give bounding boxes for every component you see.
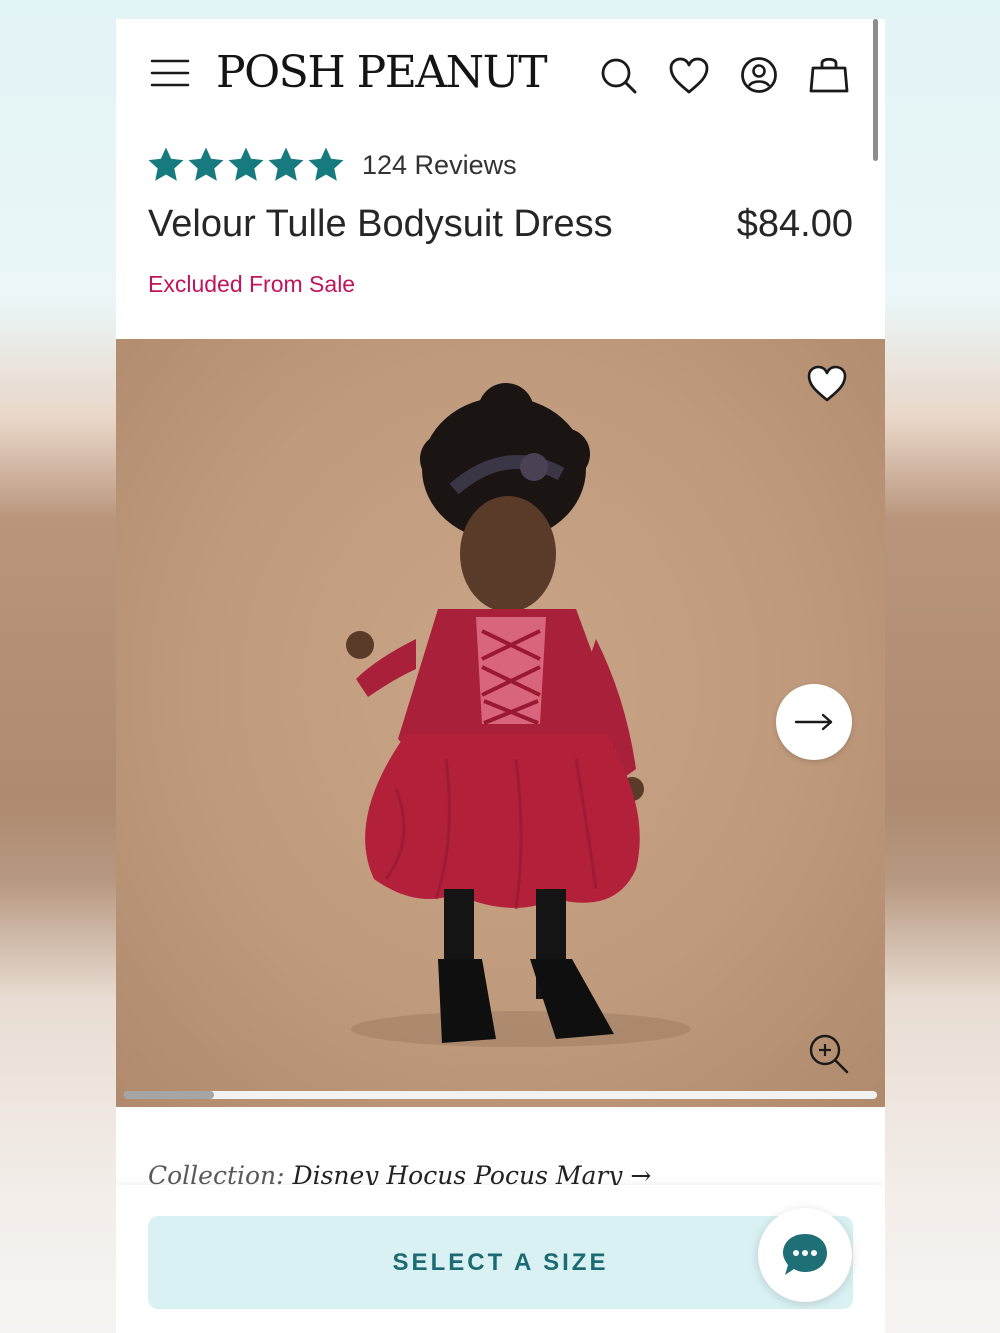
sale-exclusion-note: Excluded From Sale bbox=[148, 271, 356, 297]
search-icon[interactable] bbox=[600, 57, 638, 95]
wishlist-heart-icon[interactable] bbox=[806, 365, 848, 403]
brand-logo[interactable]: POSH PEANUT bbox=[216, 51, 548, 95]
sticky-cta-bar: SELECT A SIZE bbox=[116, 1185, 885, 1333]
bag-icon[interactable] bbox=[809, 54, 849, 94]
star-icon bbox=[148, 147, 184, 181]
chat-button[interactable] bbox=[758, 1208, 852, 1302]
product-page: POSH PEANUT 124 Reviews Velour Tulle Bod… bbox=[116, 19, 885, 1333]
star-icon bbox=[308, 147, 344, 181]
arrow-right-icon bbox=[794, 713, 833, 731]
star-rating bbox=[148, 147, 344, 183]
menu-icon[interactable] bbox=[150, 57, 190, 89]
gallery-progress-fill bbox=[124, 1091, 215, 1099]
scrollbar-thumb[interactable] bbox=[873, 19, 878, 161]
account-icon[interactable] bbox=[740, 56, 778, 94]
product-price: $84.00 bbox=[736, 203, 853, 245]
next-image-button[interactable] bbox=[776, 684, 852, 760]
product-photo bbox=[346, 383, 691, 1047]
star-icon bbox=[268, 147, 304, 181]
product-image[interactable] bbox=[116, 339, 885, 1107]
chat-bubble-icon bbox=[783, 1234, 827, 1275]
reviews-link[interactable]: 124 Reviews bbox=[362, 150, 517, 181]
zoom-in-icon[interactable] bbox=[808, 1033, 850, 1075]
star-icon bbox=[228, 147, 264, 181]
gallery-progress-track[interactable] bbox=[124, 1091, 877, 1099]
product-title: Velour Tulle Bodysuit Dress bbox=[148, 203, 613, 245]
site-header: POSH PEANUT bbox=[116, 19, 885, 161]
select-size-button[interactable]: SELECT A SIZE bbox=[148, 1216, 853, 1309]
rating-row[interactable]: 124 Reviews bbox=[148, 145, 517, 185]
heart-icon[interactable] bbox=[668, 57, 710, 95]
star-icon bbox=[188, 147, 224, 181]
